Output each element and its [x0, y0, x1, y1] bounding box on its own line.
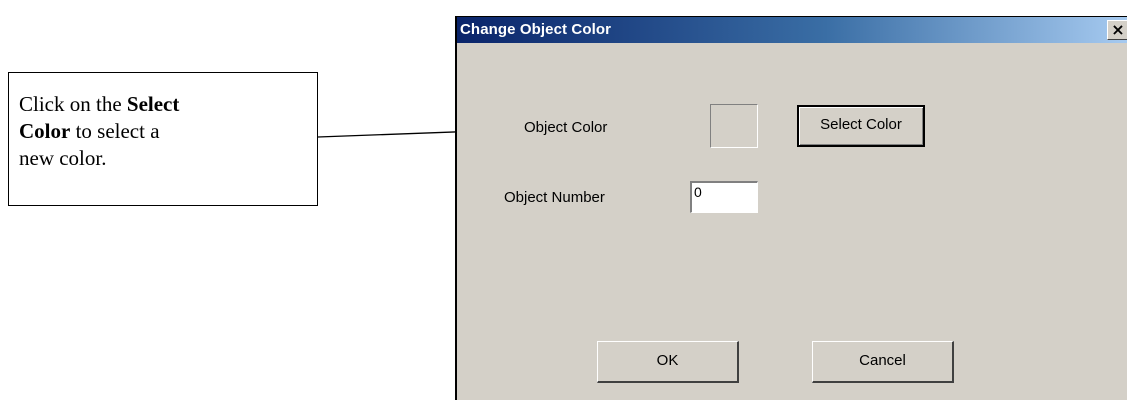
cancel-button-label: Cancel — [859, 352, 906, 369]
object-number-input[interactable]: 0 — [690, 181, 758, 213]
ok-button-label: OK — [656, 352, 679, 369]
callout-text: Click on the — [19, 92, 127, 116]
callout-bold-text: Select — [126, 92, 180, 116]
callout-text: to select a — [70, 119, 160, 143]
callout-annotation: Click on the Select Color to select a ne… — [8, 72, 318, 206]
close-icon: × — [1111, 20, 1125, 39]
object-color-label: Object Color — [524, 119, 608, 136]
select-color-button-label: Select Color — [820, 116, 902, 133]
close-button[interactable]: × — [1107, 20, 1127, 40]
object-number-label: Object Number — [504, 189, 605, 206]
callout-line-3: new color. — [19, 146, 107, 170]
ok-button[interactable]: OK — [597, 341, 739, 383]
dialog-title: Change Object Color — [460, 21, 612, 38]
callout-line-2: Color to select a — [19, 118, 307, 145]
callout-line-1: Click on the Select — [19, 91, 307, 118]
callout-bold-text: Color — [19, 119, 71, 143]
cancel-button[interactable]: Cancel — [812, 341, 954, 383]
object-color-swatch — [710, 104, 758, 148]
change-object-color-dialog: Change Object Color × Object Color Selec… — [455, 16, 1127, 400]
title-bar[interactable]: Change Object Color × — [457, 17, 1127, 43]
select-color-button[interactable]: Select Color — [797, 105, 925, 147]
